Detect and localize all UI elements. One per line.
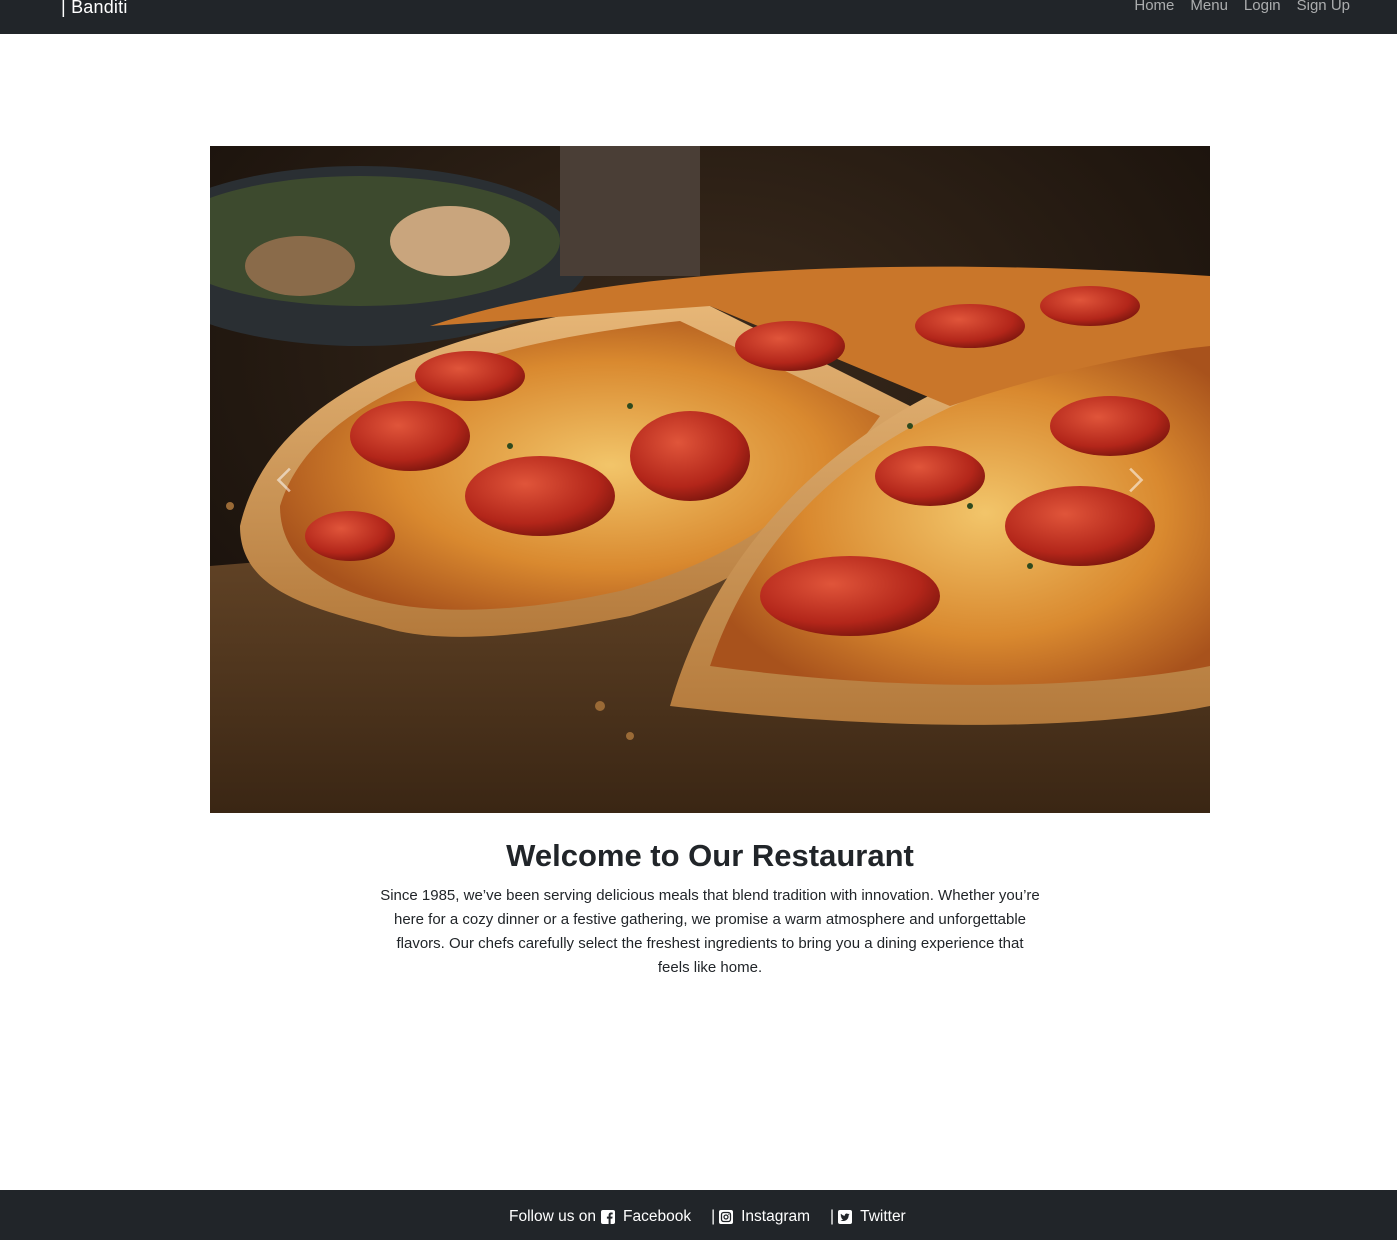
separator: | [830,1208,835,1225]
instagram-icon [719,1210,734,1224]
hero-carousel [210,146,1210,813]
twitter-icon [838,1210,853,1224]
instagram-link[interactable]: Instagram [719,1208,810,1226]
nav-home-link[interactable]: Home [1134,0,1174,14]
separator: | [711,1208,716,1225]
welcome-title: Welcome to Our Restaurant [506,838,914,873]
carousel-next-button[interactable] [1060,146,1210,813]
footer-social: Follow us on Facebook | Instagram | Twit… [509,1208,906,1226]
welcome-text: Since 1985, we’ve been serving delicious… [380,887,1040,976]
chevron-left-icon [276,467,291,492]
nav-login-link[interactable]: Login [1244,0,1281,14]
top-navbar: | Banditi Home Menu Login Sign Up [0,0,1397,34]
twitter-link[interactable]: Twitter [838,1208,906,1226]
brand-logo[interactable]: | Banditi [61,0,128,18]
nav-menu-link[interactable]: Menu [1190,0,1228,14]
facebook-link[interactable]: Facebook [601,1208,691,1226]
twitter-label: Twitter [860,1208,906,1225]
nav-signup-link[interactable]: Sign Up [1297,0,1350,14]
nav-links: Home Menu Login Sign Up [1134,0,1350,14]
footer: Follow us on Facebook | Instagram | Twit… [0,1190,1397,1240]
facebook-label: Facebook [623,1208,692,1225]
facebook-icon [601,1210,616,1224]
follow-label: Follow us on [509,1208,597,1225]
instagram-label: Instagram [741,1208,811,1225]
carousel-prev-button[interactable] [210,146,360,813]
chevron-right-icon [1129,467,1144,492]
